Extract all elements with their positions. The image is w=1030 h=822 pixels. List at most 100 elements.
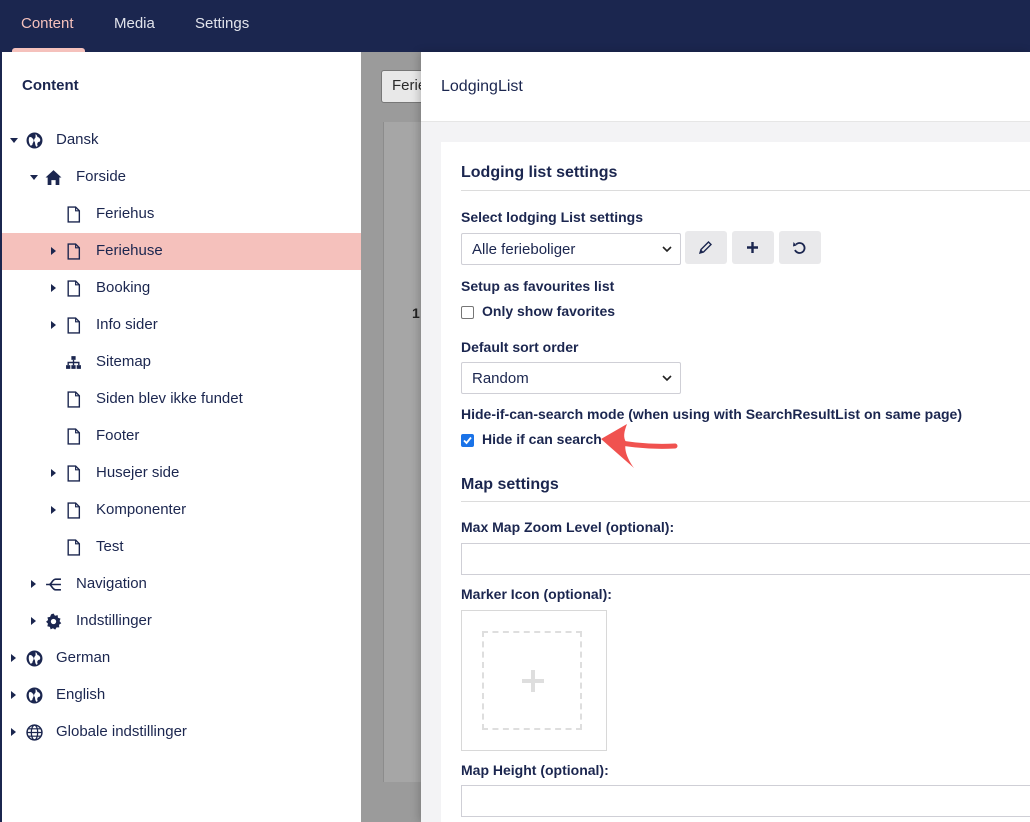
add-media-button[interactable] [482, 631, 582, 730]
section-divider [461, 190, 1030, 191]
tree-item-label: Test [96, 538, 124, 555]
lodging-settings-title: Lodging list settings [461, 164, 618, 181]
globe-icon [26, 132, 43, 149]
document-icon [67, 280, 81, 297]
tree-item-german[interactable]: German [2, 640, 361, 677]
tree-item-label: Booking [96, 279, 151, 296]
document-icon [67, 243, 81, 260]
document-icon [67, 539, 81, 556]
document-icon [67, 428, 81, 445]
document-icon [67, 502, 81, 519]
document-icon [67, 317, 81, 334]
tree-item-indstillinger[interactable]: Indstillinger [2, 603, 361, 640]
caret-right-icon[interactable] [11, 691, 16, 699]
tree-item-label: Feriehus [96, 205, 155, 222]
tree-item-label: Sitemap [96, 353, 152, 370]
tree-item-sitemap[interactable]: Sitemap [2, 344, 361, 381]
only-favorites-checkbox[interactable] [461, 306, 474, 319]
lodging-settings-select[interactable]: Alle ferieboliger [461, 233, 681, 265]
tree-item-label: Indstillinger [76, 612, 152, 629]
tree-item-label: Husejer side [96, 464, 180, 481]
tree-item-husejer-side[interactable]: Husejer side [2, 455, 361, 492]
marker-icon-picker [461, 610, 607, 751]
caret-right-icon[interactable] [31, 617, 36, 625]
top-navigation-bar: Content Media Settings [0, 0, 1030, 52]
nav-tab-settings[interactable]: Settings [195, 0, 249, 52]
caret-right-icon[interactable] [51, 469, 56, 477]
tree-item-label: German [56, 649, 111, 666]
tree-item-info-sider[interactable]: Info sider [2, 307, 361, 344]
globe-icon [26, 687, 43, 704]
hide-if-search-checkbox[interactable] [461, 434, 474, 447]
panel-title: LodgingList [441, 78, 523, 95]
chevron-down-icon [662, 375, 672, 382]
caret-right-icon[interactable] [11, 654, 16, 662]
panel-header: LodgingList [421, 52, 1030, 122]
select-settings-label: Select lodging List settings [461, 209, 644, 225]
caret-right-icon[interactable] [51, 321, 56, 329]
sitemap-icon [66, 356, 81, 369]
chevron-down-icon [662, 246, 672, 253]
add-settings-button[interactable] [732, 231, 774, 264]
edit-settings-button[interactable] [685, 231, 727, 264]
tree-item-navigation[interactable]: Navigation [2, 566, 361, 603]
section-divider [461, 501, 1030, 502]
tree-item-forside[interactable]: Forside [2, 159, 361, 196]
sort-order-select-value: Random [472, 370, 529, 387]
tree-item-feriehus[interactable]: Feriehus [2, 196, 361, 233]
tree-item-label: Siden blev ikke fundet [96, 390, 243, 407]
sidebar-title: Content [22, 77, 79, 94]
tree-item-globale-indstillinger[interactable]: Globale indstillinger [2, 714, 361, 751]
gear-icon [46, 613, 62, 630]
map-settings-title: Map settings [461, 476, 559, 493]
caret-right-icon[interactable] [11, 728, 16, 736]
tree-item-test[interactable]: Test [2, 529, 361, 566]
home-icon [45, 170, 62, 185]
caret-down-icon[interactable] [10, 138, 18, 143]
annotation-arrow-icon [601, 424, 678, 468]
caret-right-icon[interactable] [51, 284, 56, 292]
tree-item-english[interactable]: English [2, 677, 361, 714]
document-icon [67, 206, 81, 223]
document-icon [67, 465, 81, 482]
hide-if-search-label[interactable]: Hide if can search [482, 431, 602, 447]
sort-order-select[interactable]: Random [461, 362, 681, 394]
tree-item-label: English [56, 686, 106, 703]
tree-item-dansk[interactable]: Dansk [2, 122, 361, 159]
content-tree-sidebar: Content Dansk Forside Feriehus Feriehuse… [0, 52, 361, 822]
tree-item-booking[interactable]: Booking [2, 270, 361, 307]
caret-down-icon[interactable] [30, 175, 38, 180]
map-height-input[interactable] [461, 785, 1030, 817]
nav-tab-content[interactable]: Content [21, 0, 74, 52]
lodging-settings-select-value: Alle ferieboliger [472, 241, 576, 258]
favourites-label: Setup as favourites list [461, 278, 615, 294]
plus-icon [747, 242, 758, 253]
caret-right-icon[interactable] [51, 247, 56, 255]
tree-item-label: Footer [96, 427, 140, 444]
world-grid-icon [26, 724, 43, 741]
tree-item-komponenter[interactable]: Komponenter [2, 492, 361, 529]
map-height-label: Map Height (optional): [461, 762, 609, 778]
caret-right-icon[interactable] [51, 506, 56, 514]
tree-item-label: Dansk [56, 131, 99, 148]
marker-icon-label: Marker Icon (optional): [461, 586, 612, 602]
reset-settings-button[interactable] [779, 231, 821, 264]
tree-item-label: Globale indstillinger [56, 723, 187, 740]
only-favorites-label[interactable]: Only show favorites [482, 303, 615, 319]
tree-item-label: Komponenter [96, 501, 187, 518]
tree-item-footer[interactable]: Footer [2, 418, 361, 455]
hide-mode-label: Hide-if-can-search mode (when using with… [461, 406, 962, 422]
lodginglist-editor-panel: LodgingList Lodging list settings Select… [421, 52, 1030, 822]
zoom-level-label: Max Map Zoom Level (optional): [461, 519, 675, 535]
undo-icon [793, 242, 806, 254]
settings-card: Lodging list settings Select lodging Lis… [441, 142, 1030, 822]
caret-right-icon[interactable] [31, 580, 36, 588]
zoom-level-input[interactable] [461, 543, 1030, 575]
pencil-icon [698, 241, 712, 255]
nav-tab-media[interactable]: Media [114, 0, 155, 52]
tree-item-feriehuse[interactable]: Feriehuse [2, 233, 361, 270]
tree-item-label: Feriehuse [96, 242, 163, 259]
background-number: 1 [412, 305, 420, 321]
sort-order-label: Default sort order [461, 339, 579, 355]
tree-item-siden-blev-ikke-fundet[interactable]: Siden blev ikke fundet [2, 381, 361, 418]
